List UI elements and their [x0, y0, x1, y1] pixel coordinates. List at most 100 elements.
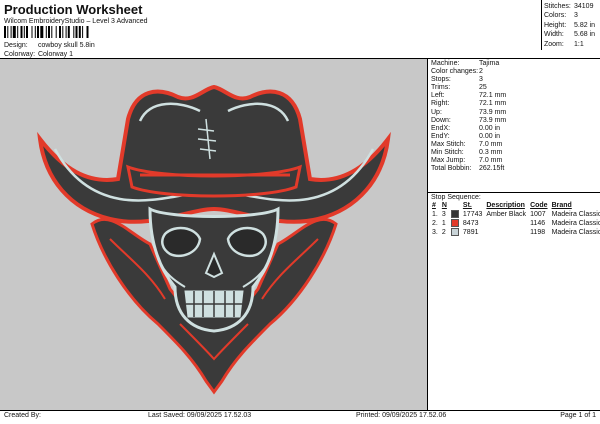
col-brand: Brand — [551, 202, 572, 209]
stop-description — [484, 219, 528, 228]
stat-label: Up: — [431, 108, 442, 116]
stat-label: Max Jump: — [431, 157, 466, 165]
stop-description — [484, 228, 528, 237]
stat-value: 2 — [479, 68, 483, 76]
barcode-bar — [67, 26, 70, 38]
barcode-bar — [34, 26, 36, 38]
cowboy-skull-design — [37, 84, 391, 395]
stat-value: 7.0 mm — [479, 157, 503, 165]
stat-label: Stops: — [431, 76, 451, 84]
barcode-bar — [73, 26, 75, 38]
stat-value: 262.15ft — [479, 165, 505, 173]
barcode-bar — [65, 26, 67, 38]
stat-row: Color changes: 2 — [431, 68, 506, 76]
stop-swatch — [449, 219, 461, 228]
barcode-bar — [78, 26, 81, 38]
barcode-bar — [86, 26, 89, 38]
stat-label: EndX: — [431, 124, 451, 132]
col-n: N — [441, 202, 447, 209]
stat-label: Color changes: — [431, 68, 479, 76]
stat-row: EndY: 0.00 in — [431, 133, 506, 141]
stat-row: EndX: 0.00 in — [431, 125, 506, 133]
stat-width: Width: 5.68 in — [544, 31, 596, 39]
stop-sequence-table: # N St. Description Code Brand 1. 3 17743 A… — [430, 202, 600, 237]
stat-stitches: Stitches: 34109 — [544, 3, 594, 10]
barcode-bar — [31, 26, 33, 38]
barcode — [4, 26, 89, 38]
barcode-bar — [10, 26, 12, 38]
design-value: cowboy skull 5.8in — [37, 42, 95, 49]
barcode-bar — [17, 26, 19, 38]
barcode-bar — [59, 26, 61, 38]
barcode-bar — [62, 26, 64, 38]
software-subtitle: Wilcom EmbroideryStudio – Level 3 Advanc… — [4, 18, 148, 25]
stat-label: EndY: — [431, 132, 450, 140]
col-description: Description — [486, 202, 525, 209]
design-row: Design: cowboy skull 5.8in — [4, 42, 95, 49]
stat-label: Down: — [431, 116, 451, 124]
stop-brand: Madeira Classic 40 — [551, 229, 600, 236]
design-preview — [0, 59, 427, 410]
stats-rule — [428, 192, 600, 193]
design-statistics: Machine: Tajima Color changes: 2 Stops: 3 Trim… — [431, 60, 506, 173]
stat-row: Min Stitch: 0.3 mm — [431, 149, 506, 157]
stat-value: 0.00 in — [479, 124, 501, 132]
stat-row: Max Stitch: 7.0 mm — [431, 141, 506, 149]
stop-num: 2. — [432, 220, 438, 227]
stat-label: Right: — [431, 100, 450, 108]
barcode-bar — [37, 26, 39, 38]
stat-row: Left: 72.1 mm — [431, 92, 506, 100]
stat-row: Stops: 3 — [431, 76, 506, 84]
stop-row: 1.3 17743Amber Black1007 Madeira Classic 4… — [430, 210, 600, 219]
stat-row: Trims: 25 — [431, 84, 506, 92]
stop-code: 1007 — [530, 211, 546, 218]
color-swatch — [450, 228, 459, 237]
stop-needle: 3 — [441, 211, 446, 218]
stat-value: 7.0 mm — [479, 140, 503, 148]
top-stats: Stitches: 34109 Colors: 3 Height: 5.82 in W… — [544, 2, 595, 49]
stop-row: 3.2 7891 1198 Madeira Classic 40 — [430, 228, 600, 237]
stat-label: Total Bobbin: — [431, 165, 472, 173]
stat-label: Max Stitch: — [431, 140, 466, 148]
stop-row: 2.1 8473 1146 Madeira Classic 40 — [430, 219, 600, 228]
color-swatch — [450, 210, 459, 219]
col-code: Code — [530, 202, 548, 209]
col-swatch — [449, 202, 461, 210]
stat-value: 25 — [479, 84, 487, 92]
barcode-bar — [51, 26, 53, 38]
stop-num: 1. — [432, 211, 438, 218]
colorway-label: Colorway: — [4, 51, 36, 58]
barcode-bar — [26, 26, 28, 38]
stat-row: Machine: Tajima — [431, 60, 506, 68]
stop-sequence-header: # N St. Description Code Brand — [430, 202, 600, 210]
top-stats-divider — [541, 0, 542, 50]
stop-stitches: 7891 — [462, 229, 479, 236]
col-num: # — [432, 202, 436, 209]
stop-brand: Madeira Classic 40 — [551, 211, 600, 218]
stat-label: Trims: — [431, 84, 451, 92]
stat-row: Max Jump: 7.0 mm — [431, 157, 506, 165]
col-stitches: St. — [462, 202, 472, 209]
stat-value: Tajima — [479, 60, 500, 67]
stop-needle: 2 — [441, 229, 446, 236]
barcode-bar — [48, 26, 50, 38]
stat-label: Left: — [431, 92, 445, 100]
stop-needle: 1 — [441, 220, 446, 227]
barcode-bar — [23, 26, 25, 38]
stat-value: 0.00 in — [479, 132, 501, 140]
stat-label: Min Stitch: — [431, 149, 464, 157]
stat-row: Up: 73.9 mm — [431, 109, 506, 117]
color-swatch — [450, 219, 459, 228]
barcode-bar — [7, 26, 9, 38]
stat-zoom: Zoom: 1:1 — [544, 40, 584, 48]
stat-row: Total Bobbin: 262.15ft — [431, 165, 506, 173]
stat-value: 72.1 mm — [479, 92, 507, 100]
preview-divider — [427, 58, 428, 410]
stop-code: 1146 — [530, 220, 546, 227]
barcode-bar — [45, 26, 47, 38]
stop-stitches: 17743 — [462, 211, 483, 218]
barcode-bar — [40, 26, 44, 38]
stop-description: Amber Black — [486, 211, 527, 218]
stat-value: 73.9 mm — [479, 116, 507, 124]
stat-value: 73.9 mm — [479, 108, 507, 116]
